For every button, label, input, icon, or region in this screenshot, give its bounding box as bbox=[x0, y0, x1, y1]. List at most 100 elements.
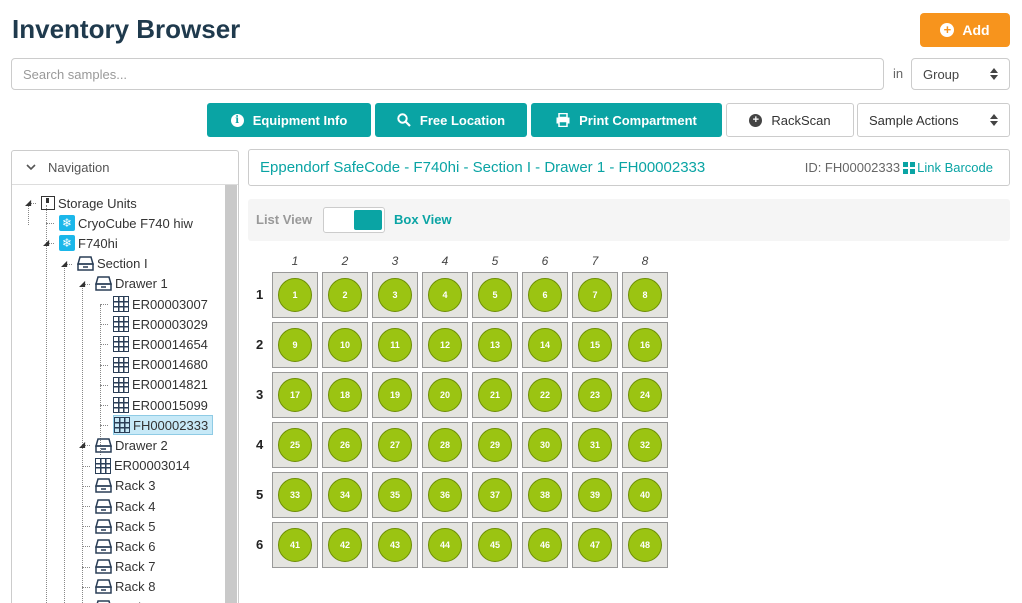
sample-tube[interactable]: 46 bbox=[528, 528, 562, 562]
sample-tube[interactable]: 43 bbox=[378, 528, 412, 562]
tree-item[interactable]: Section I bbox=[77, 254, 148, 274]
tree-item[interactable]: Rack 6 bbox=[95, 536, 155, 556]
box-position[interactable]: 28 bbox=[422, 422, 468, 468]
box-position[interactable]: 42 bbox=[322, 522, 368, 568]
box-position[interactable]: 2 bbox=[322, 272, 368, 318]
box-position[interactable]: 19 bbox=[372, 372, 418, 418]
tree-item[interactable]: ER00014680 bbox=[113, 355, 208, 375]
sample-tube[interactable]: 32 bbox=[628, 428, 662, 462]
search-group-select[interactable]: Group bbox=[911, 58, 1010, 90]
navigation-header[interactable]: Navigation bbox=[12, 151, 238, 185]
tree-item[interactable]: ER00015099 bbox=[113, 395, 208, 415]
tree-expander-icon[interactable]: ◢ bbox=[25, 198, 31, 207]
sample-tube[interactable]: 47 bbox=[578, 528, 612, 562]
tree-item[interactable]: Rack 5 bbox=[95, 516, 155, 536]
sample-tube[interactable]: 42 bbox=[328, 528, 362, 562]
sample-tube[interactable]: 19 bbox=[378, 378, 412, 412]
tree-item[interactable]: Storage Units bbox=[41, 193, 137, 213]
search-input[interactable] bbox=[11, 58, 884, 90]
tree-item[interactable]: Drawer 1 bbox=[95, 274, 168, 294]
box-position[interactable]: 11 bbox=[372, 322, 418, 368]
box-position[interactable]: 9 bbox=[272, 322, 318, 368]
tree-item[interactable]: FH00002333 bbox=[113, 415, 214, 436]
box-position[interactable]: 39 bbox=[572, 472, 618, 518]
sample-tube[interactable]: 16 bbox=[628, 328, 662, 362]
box-position[interactable]: 31 bbox=[572, 422, 618, 468]
sample-actions-select[interactable]: Sample Actions bbox=[857, 103, 1010, 137]
sample-tube[interactable]: 23 bbox=[578, 378, 612, 412]
box-position[interactable]: 15 bbox=[572, 322, 618, 368]
box-position[interactable]: 13 bbox=[472, 322, 518, 368]
box-position[interactable]: 27 bbox=[372, 422, 418, 468]
sample-tube[interactable]: 15 bbox=[578, 328, 612, 362]
sample-tube[interactable]: 45 bbox=[478, 528, 512, 562]
sample-tube[interactable]: 6 bbox=[528, 278, 562, 312]
sample-tube[interactable]: 8 bbox=[628, 278, 662, 312]
link-barcode-link[interactable]: Link Barcode bbox=[903, 160, 993, 175]
box-position[interactable]: 20 bbox=[422, 372, 468, 418]
box-position[interactable]: 48 bbox=[622, 522, 668, 568]
sample-tube[interactable]: 27 bbox=[378, 428, 412, 462]
box-position[interactable]: 14 bbox=[522, 322, 568, 368]
box-position[interactable]: 47 bbox=[572, 522, 618, 568]
box-position[interactable]: 7 bbox=[572, 272, 618, 318]
sample-tube[interactable]: 30 bbox=[528, 428, 562, 462]
sample-tube[interactable]: 10 bbox=[328, 328, 362, 362]
box-position[interactable]: 23 bbox=[572, 372, 618, 418]
box-position[interactable]: 37 bbox=[472, 472, 518, 518]
sample-tube[interactable]: 20 bbox=[428, 378, 462, 412]
tree-item[interactable]: ER00003007 bbox=[113, 294, 208, 314]
sample-tube[interactable]: 13 bbox=[478, 328, 512, 362]
tree-expander-icon[interactable]: ◢ bbox=[79, 279, 85, 288]
tree-scrollbar[interactable] bbox=[225, 185, 237, 603]
tree-item[interactable]: ER00003014 bbox=[95, 456, 190, 476]
sample-tube[interactable]: 1 bbox=[278, 278, 312, 312]
sample-tube[interactable]: 24 bbox=[628, 378, 662, 412]
box-position[interactable]: 29 bbox=[472, 422, 518, 468]
sample-tube[interactable]: 22 bbox=[528, 378, 562, 412]
box-position[interactable]: 32 bbox=[622, 422, 668, 468]
tree-item[interactable]: ER00003029 bbox=[113, 314, 208, 334]
add-button[interactable]: + Add bbox=[920, 13, 1010, 47]
box-position[interactable]: 30 bbox=[522, 422, 568, 468]
sample-tube[interactable]: 9 bbox=[278, 328, 312, 362]
free-location-button[interactable]: Free Location bbox=[375, 103, 527, 137]
box-position[interactable]: 4 bbox=[422, 272, 468, 318]
tree-item[interactable]: ER00014654 bbox=[113, 334, 208, 354]
sample-tube[interactable]: 17 bbox=[278, 378, 312, 412]
equipment-info-button[interactable]: i Equipment Info bbox=[207, 103, 371, 137]
sample-tube[interactable]: 48 bbox=[628, 528, 662, 562]
box-position[interactable]: 12 bbox=[422, 322, 468, 368]
box-position[interactable]: 22 bbox=[522, 372, 568, 418]
rackscan-button[interactable]: + RackScan bbox=[726, 103, 854, 137]
box-position[interactable]: 44 bbox=[422, 522, 468, 568]
box-position[interactable]: 10 bbox=[322, 322, 368, 368]
tree-item[interactable]: ER00014821 bbox=[113, 375, 208, 395]
box-position[interactable]: 36 bbox=[422, 472, 468, 518]
box-position[interactable]: 43 bbox=[372, 522, 418, 568]
box-position[interactable]: 24 bbox=[622, 372, 668, 418]
box-position[interactable]: 35 bbox=[372, 472, 418, 518]
box-position[interactable]: 17 bbox=[272, 372, 318, 418]
sample-tube[interactable]: 3 bbox=[378, 278, 412, 312]
sample-tube[interactable]: 39 bbox=[578, 478, 612, 512]
view-toggle[interactable] bbox=[323, 207, 385, 233]
box-position[interactable]: 3 bbox=[372, 272, 418, 318]
tree-item[interactable]: Drawer 2 bbox=[95, 435, 168, 455]
sample-tube[interactable]: 44 bbox=[428, 528, 462, 562]
box-position[interactable]: 16 bbox=[622, 322, 668, 368]
sample-tube[interactable]: 18 bbox=[328, 378, 362, 412]
box-position[interactable]: 6 bbox=[522, 272, 568, 318]
sample-tube[interactable]: 5 bbox=[478, 278, 512, 312]
tree-item[interactable]: Rack 4 bbox=[95, 496, 155, 516]
sample-tube[interactable]: 36 bbox=[428, 478, 462, 512]
box-position[interactable]: 5 bbox=[472, 272, 518, 318]
sample-tube[interactable]: 29 bbox=[478, 428, 512, 462]
box-position[interactable]: 26 bbox=[322, 422, 368, 468]
sample-tube[interactable]: 11 bbox=[378, 328, 412, 362]
box-position[interactable]: 18 bbox=[322, 372, 368, 418]
box-position[interactable]: 33 bbox=[272, 472, 318, 518]
sample-tube[interactable]: 38 bbox=[528, 478, 562, 512]
sample-tube[interactable]: 31 bbox=[578, 428, 612, 462]
sample-tube[interactable]: 12 bbox=[428, 328, 462, 362]
